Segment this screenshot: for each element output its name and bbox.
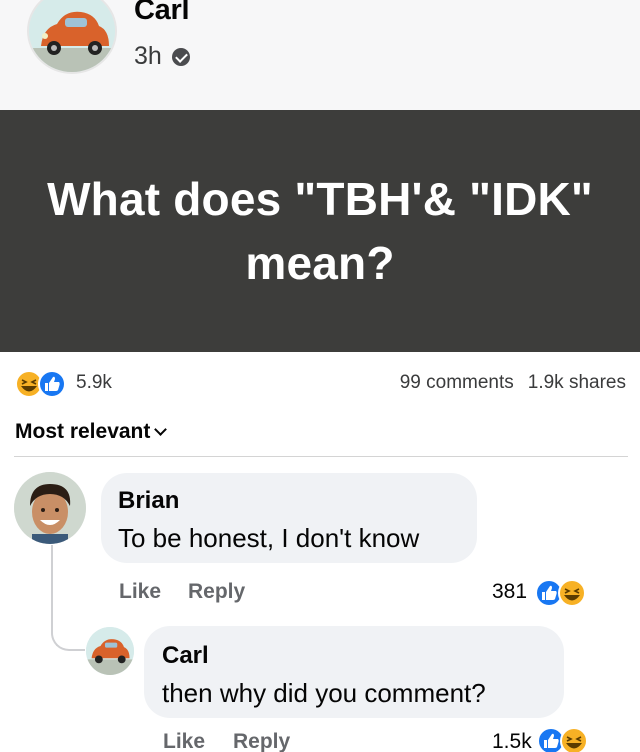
reply-button[interactable]: Reply — [188, 580, 245, 604]
shares-count-link[interactable]: 1.9k shares — [528, 372, 626, 394]
sort-label: Most relevant — [15, 420, 151, 443]
haha-reaction-icon — [560, 727, 588, 752]
reply-button[interactable]: Reply — [233, 730, 290, 752]
comments-count-link[interactable]: 99 comments — [400, 372, 514, 394]
comment-reaction-count[interactable]: 381 — [492, 580, 527, 604]
post-text-card: What does "TBH'& "IDK" mean? — [0, 110, 640, 352]
chevron-down-icon — [154, 423, 168, 436]
reactions-summary-bar: 5.9k 99 comments 1.9k shares — [0, 366, 640, 400]
post-header: Carl 3h — [0, 0, 640, 110]
like-button[interactable]: Like — [119, 580, 161, 604]
reply-bubble: Carl then why did you comment? — [144, 626, 564, 718]
comment-reaction-icons[interactable] — [534, 578, 590, 608]
comment-text: To be honest, I don't know — [118, 523, 420, 553]
post-timestamp[interactable]: 3h — [134, 42, 190, 71]
reaction-count[interactable]: 5.9k — [76, 372, 112, 394]
reply-author-name[interactable]: Carl — [162, 642, 209, 670]
post-text: What does "TBH'& "IDK" mean? — [47, 173, 593, 289]
haha-reaction-icon — [558, 579, 586, 607]
post-author-name[interactable]: Carl — [134, 0, 190, 27]
public-audience-icon — [171, 47, 190, 66]
reply-thread-line — [51, 545, 85, 651]
reply-author-avatar[interactable] — [86, 627, 134, 675]
reply-reaction-icons[interactable] — [536, 726, 592, 752]
comment-author-name[interactable]: Brian — [118, 487, 179, 515]
commenter-avatar[interactable] — [14, 472, 86, 544]
post-time-label: 3h — [134, 42, 162, 70]
engagement-counts: 99 comments 1.9k shares — [400, 372, 626, 394]
comment-sort-dropdown[interactable]: Most relevant — [15, 420, 168, 444]
like-reaction-icon — [38, 370, 66, 398]
author-avatar[interactable] — [27, 0, 117, 74]
comment-bubble: Brian To be honest, I don't know — [101, 473, 477, 563]
divider — [14, 456, 628, 457]
reply-text: then why did you comment? — [162, 678, 486, 708]
reaction-icons[interactable] — [14, 369, 70, 399]
reply-reaction-count[interactable]: 1.5k — [492, 730, 532, 752]
like-button[interactable]: Like — [163, 730, 205, 752]
